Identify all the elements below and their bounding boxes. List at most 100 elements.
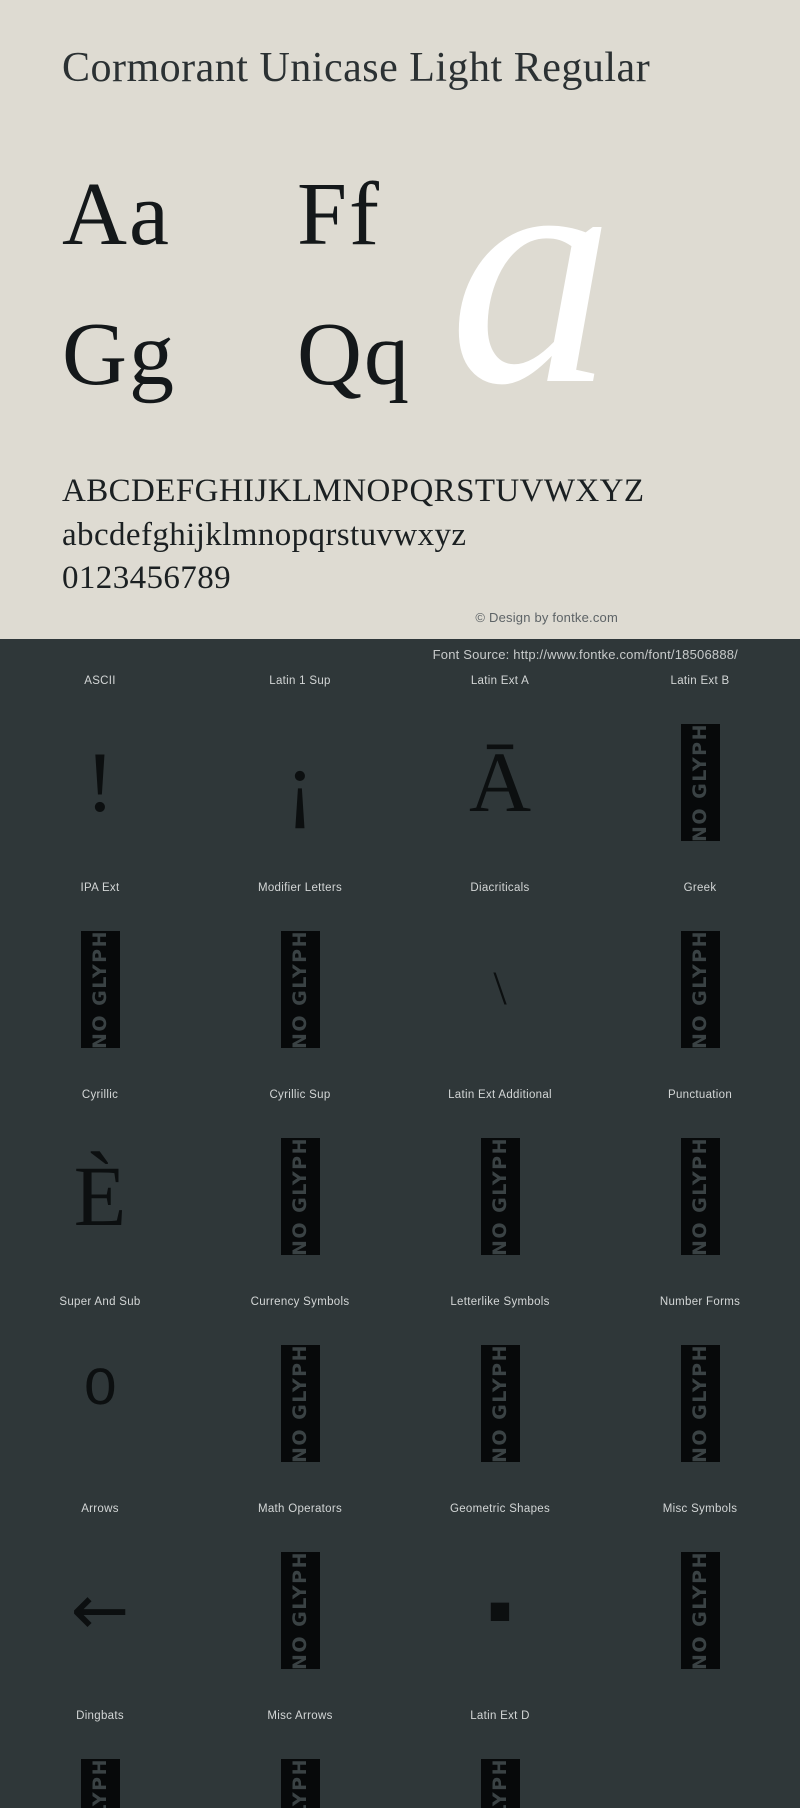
unicode-block-glyph-wrap: NO GLYPH (200, 1111, 400, 1281)
unicode-block-glyph-wrap: NO GLYPH (200, 1525, 400, 1695)
unicode-block-label: IPA Ext (80, 882, 120, 894)
unicode-block-label: Punctuation (667, 1089, 733, 1101)
digits-line: 0123456789 (62, 560, 231, 597)
unicode-block-glyph-wrap: ■ (400, 1525, 600, 1695)
no-glyph-marker: NO GLYPH (680, 1344, 720, 1462)
unicode-sample-glyph: ■ (488, 1596, 512, 1624)
font-specimen-page: Cormorant Unicase Light Regular a Aa Ff … (0, 0, 800, 1808)
unicode-sample-glyph: Ā (468, 734, 532, 830)
unicode-block-label: Misc Arrows (267, 1710, 333, 1722)
no-glyph-marker: NO GLYPH (680, 723, 720, 841)
no-glyph-label: NO GLYPH (289, 1759, 311, 1808)
unicode-block-cell[interactable]: Latin 1 Sup ¡ (200, 675, 400, 882)
specimen-panel: Cormorant Unicase Light Regular a Aa Ff … (0, 0, 800, 639)
unicode-block-cell[interactable]: Geometric Shapes ■ (400, 1503, 600, 1710)
no-glyph-label: NO GLYPH (489, 1759, 511, 1808)
unicode-block-label: Latin Ext A (470, 675, 530, 687)
unicode-block-label: Math Operators (257, 1503, 343, 1515)
unicode-block-glyph-wrap: NO GLYPH (0, 1732, 200, 1808)
unicode-block-cell[interactable]: Dingbats NO GLYPH (0, 1710, 200, 1808)
no-glyph-marker: NO GLYPH (480, 1344, 520, 1462)
unicode-block-cell[interactable]: Latin Ext B NO GLYPH (600, 675, 800, 882)
unicode-block-row: Arrows ← Math Operators NO GLYPH Geometric S… (0, 1503, 800, 1710)
no-glyph-marker: NO GLYPH (280, 1758, 320, 1808)
unicode-block-cell[interactable]: ASCII! (0, 675, 200, 882)
unicode-block-label: ASCII (84, 675, 116, 687)
unicode-block-glyph-wrap: NO GLYPH (0, 904, 200, 1074)
unicode-block-cell[interactable]: Latin Ext D NO GLYPH (400, 1710, 600, 1808)
unicode-block-cell[interactable]: Currency Symbols NO GLYPH (200, 1296, 400, 1503)
alphabet-uppercase-line: ABCDEFGHIJKLMNOPQRSTUVWXYZ (62, 473, 645, 509)
alphabet-block: ABCDEFGHIJKLMNOPQRSTUVWXYZ abcdefghijklm… (62, 470, 742, 601)
unicode-block-glyph-wrap: NO GLYPH (600, 1525, 800, 1695)
font-source-bar: Font Source: http://www.fontke.com/font/… (0, 639, 800, 671)
unicode-block-glyph-wrap: NO GLYPH (200, 1732, 400, 1808)
design-credit: © Design by fontke.com (475, 610, 618, 625)
unicode-block-glyph-wrap: NO GLYPH (600, 697, 800, 867)
letter-pair-cell: Gg (62, 305, 176, 404)
unicode-block-glyph-wrap: Ā (400, 697, 600, 867)
no-glyph-marker: NO GLYPH (80, 1758, 120, 1808)
unicode-block-row: ASCII! Latin 1 Sup ¡ Latin Ext A Ā Latin Ext … (0, 675, 800, 882)
unicode-block-cell[interactable]: Number Forms NO GLYPH (600, 1296, 800, 1503)
unicode-block-glyph-wrap: ← (0, 1525, 200, 1695)
unicode-block-cell[interactable]: Misc Symbols NO GLYPH (600, 1503, 800, 1710)
letter-pair-cell: Aa (62, 165, 171, 264)
unicode-block-cell[interactable]: Misc Arrows NO GLYPH (200, 1710, 400, 1808)
no-glyph-marker: NO GLYPH (280, 1344, 320, 1462)
unicode-block-cell[interactable]: Punctuation NO GLYPH (600, 1089, 800, 1296)
no-glyph-label: NO GLYPH (688, 1137, 711, 1255)
no-glyph-marker: NO GLYPH (480, 1137, 520, 1255)
unicode-block-glyph-wrap: \ (400, 904, 600, 1074)
unicode-block-glyph-wrap: NO GLYPH (400, 1732, 600, 1808)
unicode-block-glyph-wrap: È (0, 1111, 200, 1281)
no-glyph-label: NO GLYPH (88, 930, 111, 1048)
unicode-block-glyph-wrap: NO GLYPH (600, 904, 800, 1074)
unicode-block-label: Number Forms (659, 1296, 741, 1308)
unicode-block-label: Greek (683, 882, 717, 894)
unicode-block-cell[interactable]: Arrows ← (0, 1503, 200, 1710)
no-glyph-label: NO GLYPH (688, 1344, 711, 1462)
unicode-block-cell[interactable]: Modifier Letters NO GLYPH (200, 882, 400, 1089)
unicode-sample-glyph: ⁰ (82, 1355, 118, 1451)
unicode-block-label: Currency Symbols (250, 1296, 350, 1308)
no-glyph-label: NO GLYPH (288, 1137, 311, 1255)
unicode-block-label: Misc Symbols (662, 1503, 738, 1515)
unicode-block-label: Latin Ext B (670, 675, 730, 687)
unicode-block-cell[interactable]: Latin Ext A Ā (400, 675, 600, 882)
unicode-sample-glyph: È (73, 1148, 127, 1244)
unicode-block-cell[interactable]: Diacriticals \ (400, 882, 600, 1089)
unicode-block-label: Latin 1 Sup (269, 675, 331, 687)
no-glyph-label: NO GLYPH (89, 1759, 111, 1808)
no-glyph-marker: NO GLYPH (280, 930, 320, 1048)
unicode-block-glyph-wrap: NO GLYPH (400, 1111, 600, 1281)
unicode-block-cell[interactable]: Greek NO GLYPH (600, 882, 800, 1089)
unicode-block-label: Diacriticals (470, 882, 530, 894)
unicode-block-label: Super And Sub (59, 1296, 141, 1308)
unicode-sample-glyph: ¡ (285, 734, 315, 830)
no-glyph-marker: NO GLYPH (680, 930, 720, 1048)
no-glyph-marker: NO GLYPH (280, 1551, 320, 1669)
unicode-block-row: DingbatsNO GLYPHMisc ArrowsNO GLYPHLatin… (0, 1710, 800, 1808)
no-glyph-label: NO GLYPH (488, 1137, 511, 1255)
unicode-block-cell[interactable]: Cyrillic Sup NO GLYPH (200, 1089, 400, 1296)
no-glyph-label: NO GLYPH (288, 1551, 311, 1669)
unicode-sample-glyph: ! (85, 734, 115, 830)
unicode-block-label: Cyrillic (81, 1089, 119, 1101)
no-glyph-label: NO GLYPH (688, 930, 711, 1048)
unicode-block-cell[interactable]: Cyrillic È (0, 1089, 200, 1296)
unicode-block-cell[interactable]: Latin Ext Additional NO GLYPH (400, 1089, 600, 1296)
unicode-block-cell[interactable]: Math Operators NO GLYPH (200, 1503, 400, 1710)
unicode-block-cell[interactable]: Super And Sub ⁰ (0, 1296, 200, 1503)
no-glyph-marker: NO GLYPH (280, 1137, 320, 1255)
unicode-block-glyph-wrap: ! (0, 697, 200, 867)
unicode-block-row: IPA Ext NO GLYPH Modifier Letters NO GLYPH D… (0, 882, 800, 1089)
no-glyph-label: NO GLYPH (288, 930, 311, 1048)
unicode-block-glyph-wrap: NO GLYPH (400, 1318, 600, 1488)
unicode-block-cell[interactable]: Letterlike Symbols NO GLYPH (400, 1296, 600, 1503)
font-source-link[interactable]: Font Source: http://www.fontke.com/font/… (433, 647, 738, 662)
letter-pair-row: Gg Qq (62, 305, 532, 448)
unicode-block-cell[interactable]: IPA Ext NO GLYPH (0, 882, 200, 1089)
unicode-blocks-grid: ASCII! Latin 1 Sup ¡ Latin Ext A Ā Latin Ext … (0, 671, 800, 1808)
unicode-block-glyph-wrap: NO GLYPH (200, 904, 400, 1074)
